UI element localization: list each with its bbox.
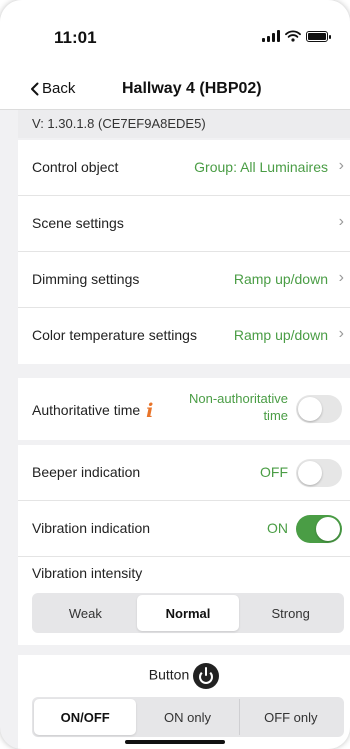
button-mode-control: ON/OFF ON only OFF only bbox=[32, 697, 344, 737]
vibration-indication-label: Vibration indication bbox=[32, 520, 151, 536]
dimming-settings-value: Ramp up/down bbox=[233, 271, 328, 287]
version-row: V: 1.30.1.8 (CE7EF9A8EDE5) bbox=[18, 110, 350, 138]
chevron-right-icon: › bbox=[338, 157, 344, 174]
vibration-intensity-control: Weak Normal Strong bbox=[32, 593, 344, 633]
settings-list: Control object Group: All Luminaires › S… bbox=[18, 140, 350, 364]
status-time: 11:01 bbox=[54, 28, 97, 47]
battery-icon bbox=[306, 30, 331, 42]
beeper-indication-row: Beeper indication OFF bbox=[18, 445, 350, 501]
button-mode-on-off[interactable]: ON/OFF bbox=[34, 699, 137, 735]
signal-icon bbox=[262, 30, 280, 42]
back-button[interactable]: Back bbox=[30, 80, 75, 97]
home-indicator bbox=[125, 740, 225, 744]
authoritative-time-card: Authoritative time i Non-authoritative tim… bbox=[18, 378, 350, 440]
vibration-indication-row: Vibration indication ON bbox=[18, 501, 350, 557]
chevron-right-icon: › bbox=[338, 325, 344, 342]
power-icon bbox=[193, 663, 220, 689]
beeper-toggle[interactable] bbox=[296, 459, 342, 487]
feedback-settings-card: Beeper indication OFF Vibration indicati… bbox=[18, 445, 350, 645]
dimming-settings-row[interactable]: Dimming settings Ramp up/down › bbox=[18, 252, 350, 308]
scene-settings-label: Scene settings bbox=[32, 215, 124, 231]
vibration-intensity-section: Vibration intensity Weak Normal Strong bbox=[18, 557, 350, 643]
chevron-left-icon bbox=[31, 82, 39, 95]
vibration-status: ON bbox=[267, 520, 288, 536]
version-text: V: 1.30.1.8 (CE7EF9A8EDE5) bbox=[32, 116, 206, 131]
button-mode-header: Button bbox=[18, 663, 350, 689]
color-temperature-label: Color temperature settings bbox=[32, 327, 197, 343]
nav-bar: Back Hallway 4 (HBP02) bbox=[0, 70, 350, 110]
beeper-status: OFF bbox=[260, 464, 288, 480]
page-title: Hallway 4 (HBP02) bbox=[122, 80, 262, 97]
intensity-option-strong[interactable]: Strong bbox=[239, 595, 342, 631]
beeper-indication-label: Beeper indication bbox=[32, 464, 141, 480]
intensity-option-normal[interactable]: Normal bbox=[136, 595, 240, 631]
color-temperature-row[interactable]: Color temperature settings Ramp up/down … bbox=[18, 308, 350, 364]
phone-screen: 11:01 Back Hallway 4 (HBP02) V: 1.30.1.8… bbox=[0, 0, 350, 749]
control-object-row[interactable]: Control object Group: All Luminaires › bbox=[18, 140, 350, 196]
control-object-value: Group: All Luminaires bbox=[194, 159, 328, 175]
button-mode-label: Button bbox=[148, 666, 190, 683]
status-icons bbox=[262, 30, 331, 42]
color-temperature-value: Ramp up/down bbox=[233, 327, 328, 343]
authoritative-time-label: Authoritative time i bbox=[32, 400, 154, 422]
wifi-icon bbox=[285, 30, 301, 42]
status-bar: 11:01 bbox=[0, 0, 350, 70]
authoritative-time-status: Non-authoritative time bbox=[189, 391, 288, 423]
authoritative-time-row: Authoritative time i Non-authoritative tim… bbox=[18, 378, 350, 440]
scene-settings-row[interactable]: Scene settings › bbox=[18, 196, 350, 252]
intensity-option-weak[interactable]: Weak bbox=[34, 595, 137, 631]
vibration-toggle[interactable] bbox=[296, 515, 342, 543]
info-icon[interactable]: i bbox=[146, 400, 153, 422]
control-object-label: Control object bbox=[32, 159, 119, 175]
chevron-right-icon: › bbox=[338, 213, 344, 230]
back-label: Back bbox=[42, 80, 76, 97]
button-mode-off-only[interactable]: OFF only bbox=[238, 699, 342, 735]
dimming-settings-label: Dimming settings bbox=[32, 271, 140, 287]
button-mode-on-only[interactable]: ON only bbox=[136, 699, 238, 735]
vibration-intensity-label: Vibration intensity bbox=[32, 565, 143, 581]
button-mode-card: Button ON/OFF ON only OFF only bbox=[18, 655, 350, 749]
chevron-right-icon: › bbox=[338, 269, 344, 286]
authoritative-time-toggle[interactable] bbox=[296, 395, 342, 423]
